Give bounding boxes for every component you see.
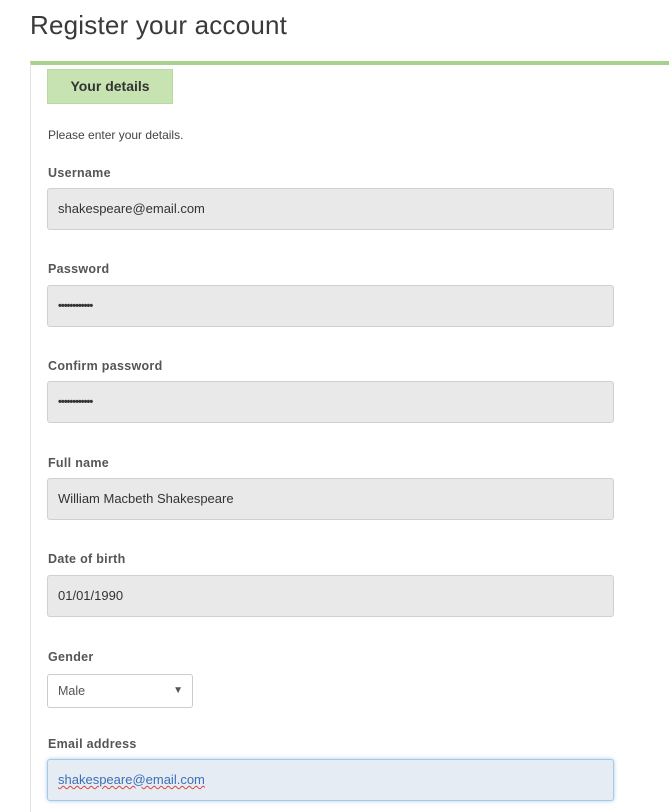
- tab-your-details[interactable]: Your details: [47, 69, 173, 104]
- gender-label: Gender: [48, 650, 94, 664]
- gender-selected-value: Male: [58, 684, 86, 698]
- registration-page: Register your account Your details Pleas…: [0, 0, 669, 812]
- confirm-password-label: Confirm password: [48, 359, 163, 373]
- gender-select[interactable]: Male ▼: [47, 674, 193, 708]
- intro-text: Please enter your details.: [48, 128, 184, 142]
- date-of-birth-label: Date of birth: [48, 552, 126, 566]
- details-panel: Your details Please enter your details. …: [30, 61, 669, 812]
- username-field[interactable]: shakespeare@email.com: [47, 188, 614, 230]
- email-field[interactable]: shakespeare@email.com: [47, 759, 614, 801]
- email-label: Email address: [48, 737, 137, 751]
- username-label: Username: [48, 166, 111, 180]
- email-value: shakespeare@email.com: [58, 772, 205, 787]
- date-of-birth-field[interactable]: 01/01/1990: [47, 575, 614, 617]
- password-label: Password: [48, 262, 110, 276]
- password-field[interactable]: ••••••••••••: [47, 285, 614, 327]
- chevron-down-icon: ▼: [173, 685, 183, 696]
- confirm-password-field[interactable]: ••••••••••••: [47, 381, 614, 423]
- full-name-label: Full name: [48, 456, 110, 470]
- page-title: Register your account: [30, 10, 288, 40]
- full-name-field[interactable]: William Macbeth Shakespeare: [47, 478, 614, 520]
